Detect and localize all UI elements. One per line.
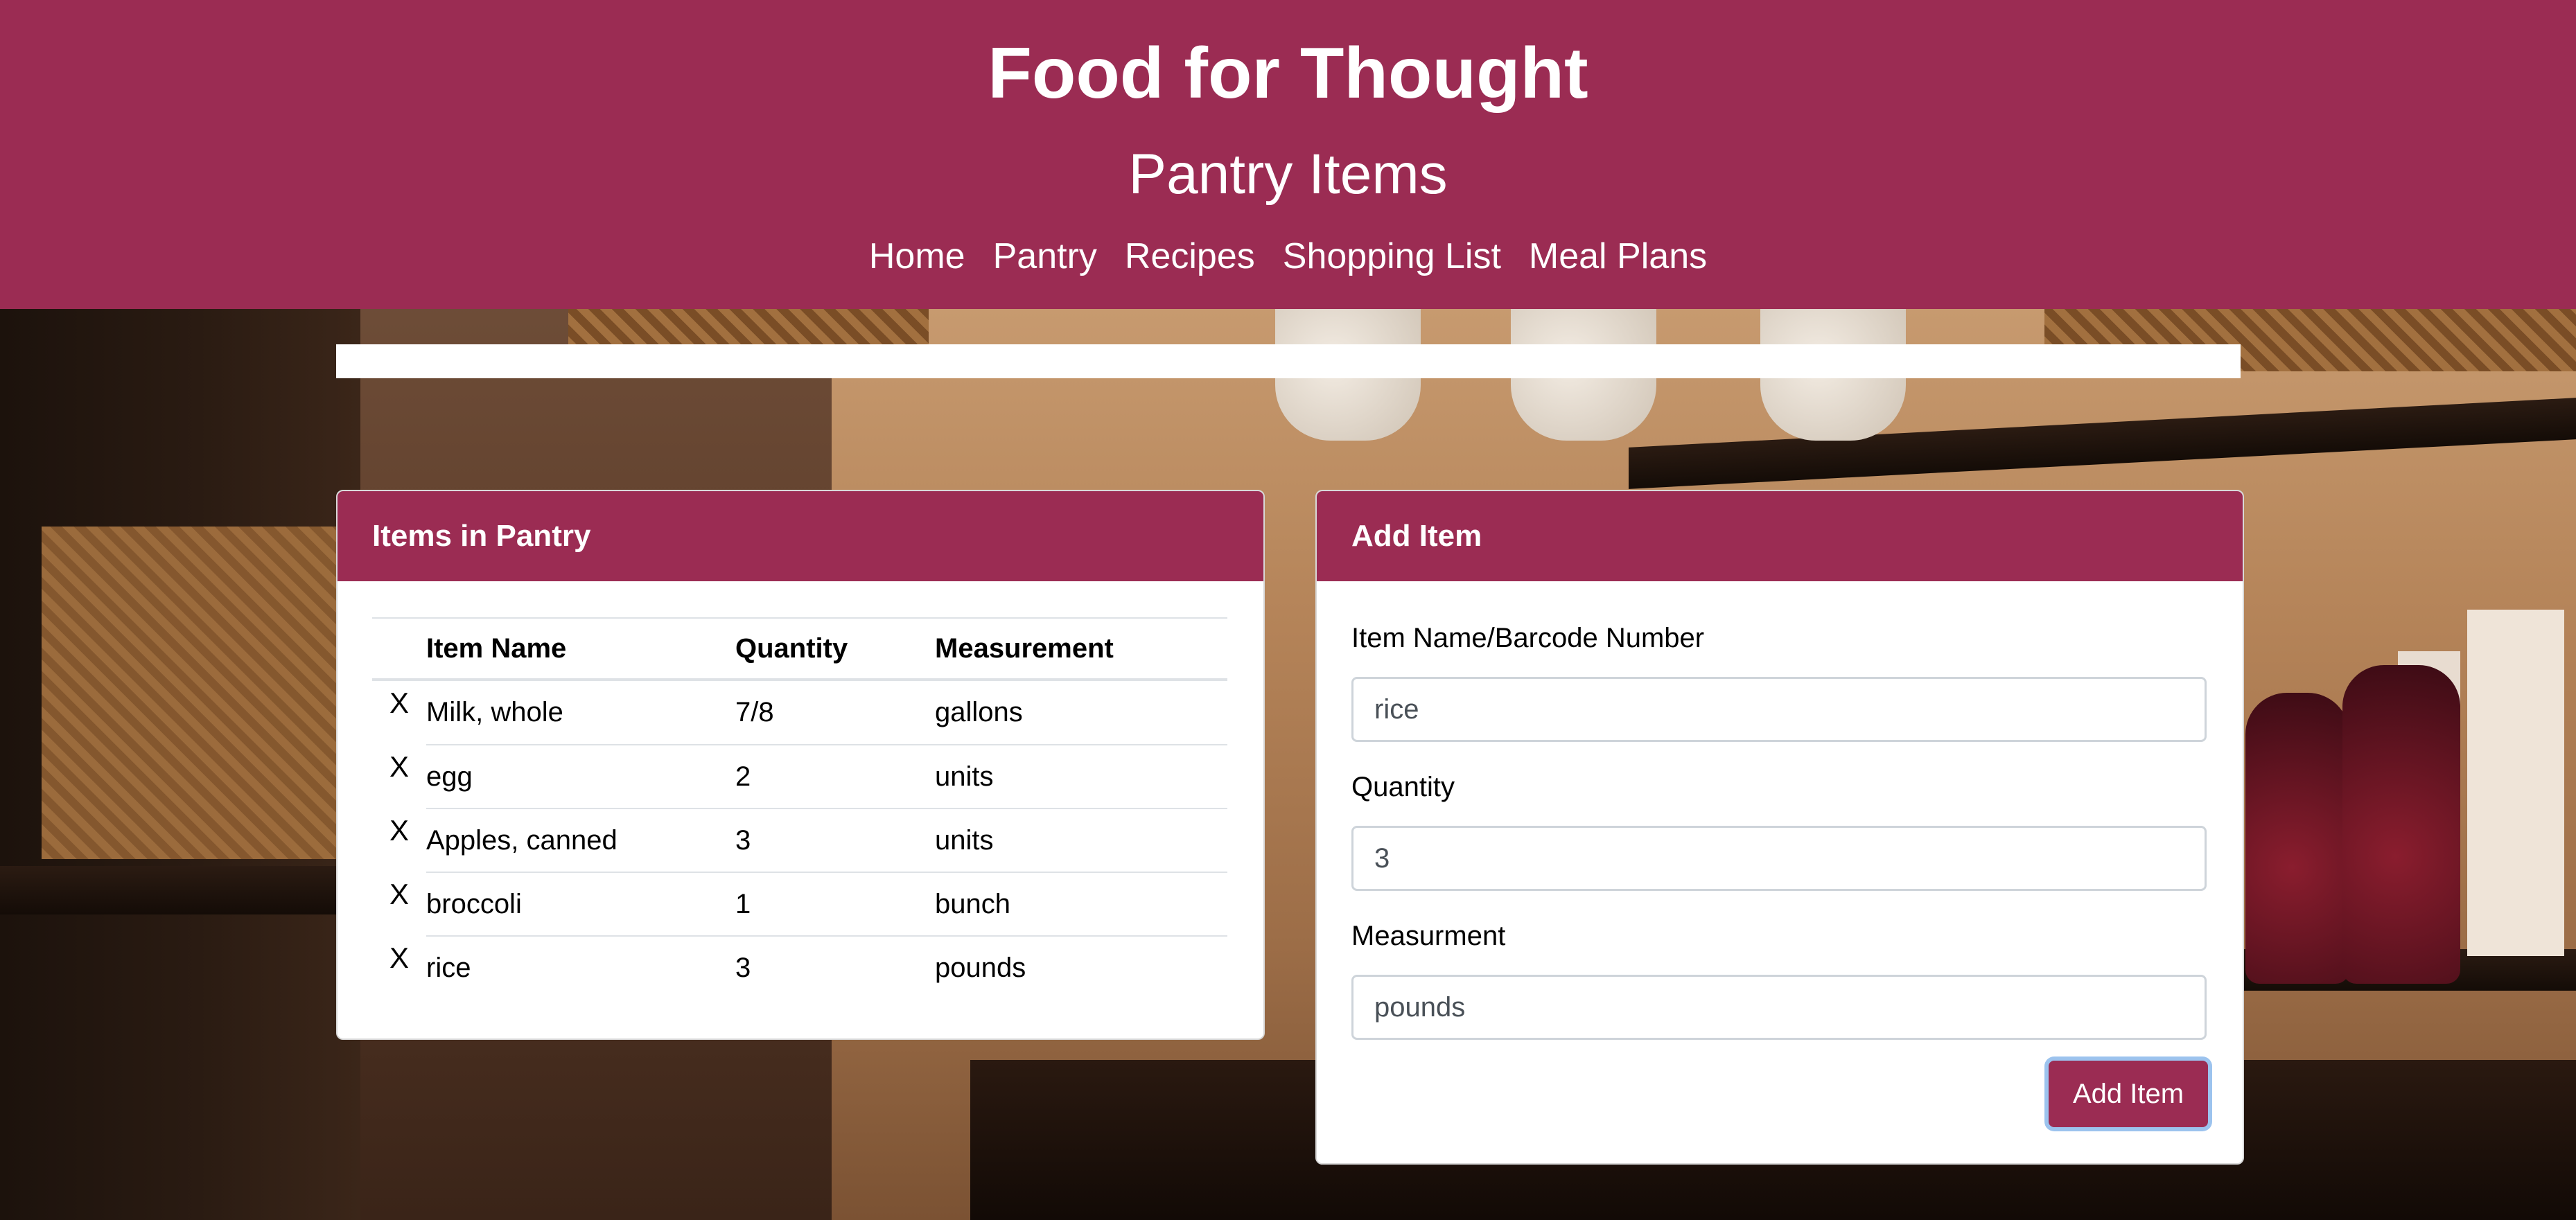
site-header: Food for Thought Pantry Items Home Pantr…: [0, 0, 2576, 309]
column-header-delete: [372, 617, 426, 681]
delete-item-button[interactable]: X: [389, 750, 409, 784]
nav-link-meal-plans[interactable]: Meal Plans: [1529, 232, 1707, 281]
delete-item-button[interactable]: X: [389, 878, 409, 911]
table-row: X broccoli 1 bunch: [372, 872, 1227, 936]
add-item-button[interactable]: Add Item: [2049, 1061, 2208, 1127]
delete-item-button[interactable]: X: [389, 941, 409, 975]
column-header-item-name: Item Name: [426, 617, 735, 681]
item-name-label: Item Name/Barcode Number: [1351, 623, 1705, 653]
item-name-cell: broccoli: [426, 872, 735, 936]
blank-bar: [336, 344, 2241, 378]
site-title: Food for Thought: [988, 33, 1588, 114]
nav-link-pantry[interactable]: Pantry: [993, 232, 1097, 281]
nav-link-recipes[interactable]: Recipes: [1125, 232, 1255, 281]
delete-cell: X: [372, 936, 426, 1000]
column-header-quantity: Quantity: [735, 617, 935, 681]
table-row: X rice 3 pounds: [372, 935, 1227, 1000]
quantity-cell: 1: [735, 872, 935, 936]
pantry-card-title: Items in Pantry: [338, 491, 1263, 581]
main-nav: Home Pantry Recipes Shopping List Meal P…: [0, 232, 2576, 281]
background-basket: [42, 527, 360, 859]
quantity-input[interactable]: [1351, 826, 2207, 891]
table-row: X egg 2 units: [372, 744, 1227, 808]
delete-cell: X: [372, 872, 426, 936]
column-header-measurement: Measurement: [935, 617, 1227, 681]
quantity-cell: 3: [735, 935, 935, 1000]
item-name-form-group: Item Name/Barcode Number: [1351, 619, 2207, 742]
background-bottle: [2342, 665, 2460, 984]
pantry-items-card: Items in Pantry Item Name Quantity Measu…: [336, 490, 1265, 1040]
table-row: X Milk, whole 7/8 gallons: [372, 679, 1227, 745]
quantity-form-group: Quantity: [1351, 768, 2207, 891]
item-name-cell: rice: [426, 935, 735, 1000]
measurement-cell: gallons: [935, 679, 1227, 745]
background-card: [2467, 610, 2564, 956]
measurement-cell: units: [935, 744, 1227, 808]
quantity-cell: 2: [735, 744, 935, 808]
measurement-cell: pounds: [935, 935, 1227, 1000]
table-row: X Apples, canned 3 units: [372, 808, 1227, 872]
delete-cell: X: [372, 680, 426, 745]
pantry-table-body: X Milk, whole 7/8 gallons X egg 2 units …: [372, 679, 1227, 1000]
item-name-cell: egg: [426, 744, 735, 808]
delete-cell: X: [372, 745, 426, 808]
quantity-cell: 3: [735, 808, 935, 872]
delete-item-button[interactable]: X: [389, 687, 409, 720]
measurement-label: Measurment: [1351, 921, 1506, 951]
pantry-table: Item Name Quantity Measurement X Milk, w…: [372, 617, 1227, 1000]
background-shelf: [0, 866, 360, 914]
measurement-cell: bunch: [935, 872, 1227, 936]
item-name-cell: Milk, whole: [426, 679, 735, 745]
table-header-row: Item Name Quantity Measurement: [372, 617, 1227, 681]
measurement-input[interactable]: [1351, 975, 2207, 1040]
measurement-form-group: Measurment: [1351, 917, 2207, 1040]
pantry-table-header: Item Name Quantity Measurement: [372, 617, 1227, 681]
add-item-card: Add Item Item Name/Barcode Number Quanti…: [1315, 490, 2244, 1165]
nav-link-shopping-list[interactable]: Shopping List: [1283, 232, 1501, 281]
measurement-cell: units: [935, 808, 1227, 872]
nav-link-home[interactable]: Home: [869, 232, 965, 281]
background-bottle: [2245, 693, 2349, 984]
delete-cell: X: [372, 808, 426, 872]
page-subtitle: Pantry Items: [1128, 143, 1448, 206]
quantity-cell: 7/8: [735, 679, 935, 745]
item-name-input[interactable]: [1351, 677, 2207, 742]
add-item-card-title: Add Item: [1317, 491, 2243, 581]
quantity-label: Quantity: [1351, 772, 1455, 802]
delete-item-button[interactable]: X: [389, 814, 409, 847]
item-name-cell: Apples, canned: [426, 808, 735, 872]
